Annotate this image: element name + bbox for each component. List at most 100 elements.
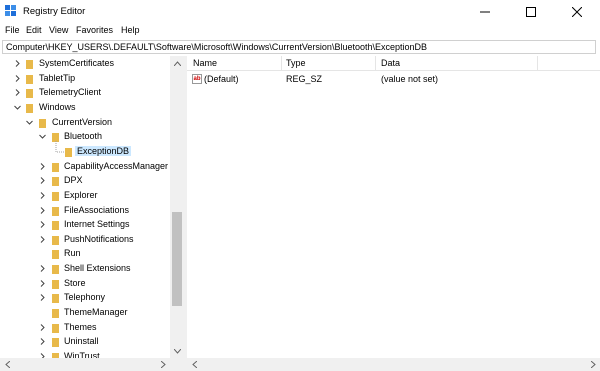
window-title: Registry Editor [23,6,86,17]
menu-bar: File Edit View Favorites Help [0,23,600,39]
tree-item-label: Uninstall [64,336,99,347]
column-divider[interactable] [537,56,538,70]
tree-item-label: TabletTip [39,72,76,83]
values-list[interactable]: Name Type Data ab (Default) REG_SZ (valu… [187,56,600,358]
tree-item[interactable]: Run [0,247,170,261]
tree-item-label: WinTrust [64,351,100,358]
tree-item[interactable]: Windows [0,101,170,115]
tree-item[interactable]: Uninstall [0,335,170,349]
address-bar[interactable]: Computer\HKEY_USERS\.DEFAULT\Software\Mi… [2,40,596,54]
tree-item[interactable]: Store [0,277,170,291]
tree-item[interactable]: ThemeManager [0,306,170,320]
scroll-up-button[interactable] [170,56,184,70]
column-divider[interactable] [375,56,376,70]
chevron-right-icon[interactable] [38,220,47,229]
menu-file[interactable]: File [5,25,20,35]
tree-item[interactable]: CapabilityAccessManager [0,160,170,174]
folder-icon [52,221,59,231]
scroll-left-button[interactable] [187,358,201,371]
chevron-right-icon[interactable] [38,206,47,215]
folder-icon [26,60,33,69]
chevron-right-icon [590,361,596,368]
menu-help[interactable]: Help [121,25,140,35]
tree-horizontal-scrollbar[interactable] [0,358,184,371]
chevron-right-icon[interactable] [38,162,47,171]
chevron-right-icon[interactable] [13,59,22,68]
tree-item-label: Shell Extensions [64,263,131,274]
chevron-right-icon[interactable] [38,235,47,244]
tree-item[interactable]: PushNotifications [0,233,170,247]
chevron-right-icon[interactable] [38,191,47,200]
tree-item[interactable]: Internet Settings [0,218,170,232]
value-data: (value not set) [381,74,439,84]
chevron-right-icon[interactable] [13,88,22,97]
close-button[interactable] [554,0,600,23]
scroll-down-button[interactable] [170,344,184,358]
menu-edit[interactable]: Edit [26,25,42,35]
scroll-left-button[interactable] [0,358,14,371]
scroll-right-button[interactable] [156,358,170,371]
chevron-down-icon[interactable] [25,118,34,127]
menu-favorites[interactable]: Favorites [76,25,113,35]
tree-item-label: CurrentVersion [52,116,113,127]
chevron-right-icon[interactable] [38,279,47,288]
tree-item-label: CapabilityAccessManager [64,160,169,171]
tree-item-label: Store [64,277,86,288]
tree-item-label: Windows [39,101,76,112]
column-divider[interactable] [281,56,282,70]
chevron-left-icon [191,361,197,368]
tree-item-label: Run [64,248,81,259]
tree-item-label: Bluetooth [64,131,103,142]
tree-item[interactable]: DPX [0,174,170,188]
tree-item[interactable]: TabletTip [0,72,170,86]
tree-item[interactable]: Telephony [0,291,170,305]
folder-icon [52,294,59,304]
list-horizontal-scrollbar[interactable] [187,358,600,371]
tree-item[interactable]: Shell Extensions [0,262,170,276]
tree-item-label: DPX [64,175,83,186]
chevron-right-icon[interactable] [38,323,47,332]
chevron-right-icon[interactable] [38,264,47,273]
tree-item[interactable]: SystemCertificates [0,57,170,71]
tree-item[interactable]: Explorer [0,189,170,203]
chevron-right-icon[interactable] [38,176,47,185]
scroll-thumb[interactable] [172,212,182,306]
folder-icon [26,89,33,99]
scroll-right-button[interactable] [586,358,600,371]
chevron-down-icon[interactable] [38,132,47,141]
chevron-up-icon [173,60,181,66]
minimize-button[interactable] [462,0,508,23]
folder-icon [52,206,59,216]
folder-icon [52,338,59,348]
chevron-right-icon [160,361,166,368]
registry-editor-icon [5,5,16,16]
tree-vertical-scrollbar[interactable] [170,56,184,358]
chevron-down-icon[interactable] [13,103,22,112]
column-header-data[interactable]: Data [381,58,400,68]
tree-item[interactable]: TelemetryClient [0,86,170,100]
tree-item[interactable]: WinTrust [0,350,170,358]
tree-item[interactable]: Bluetooth [0,130,170,144]
folder-icon [52,279,59,289]
tree-item[interactable]: FileAssociations [0,204,170,218]
tree-item[interactable]: ExceptionDB [0,140,170,159]
tree-item[interactable]: Themes [0,321,170,335]
maximize-button[interactable] [508,0,554,23]
tree-item[interactable]: CurrentVersion [0,116,170,130]
value-name: (Default) [204,74,239,84]
folder-icon [52,162,59,172]
column-header-name[interactable]: Name [193,58,217,68]
maximize-icon [526,6,536,17]
folder-icon [65,147,72,157]
tree-item-label: Themes [64,321,97,332]
menu-view[interactable]: View [49,25,68,35]
column-header-type[interactable]: Type [286,58,306,68]
table-row[interactable]: ab (Default) REG_SZ (value not set) [187,72,600,86]
tree-item-label: PushNotifications [64,233,134,244]
address-path[interactable]: Computer\HKEY_USERS\.DEFAULT\Software\Mi… [6,42,427,52]
chevron-right-icon[interactable] [38,293,47,302]
folder-icon [52,265,59,275]
chevron-right-icon[interactable] [13,74,22,83]
chevron-right-icon[interactable] [38,337,47,346]
key-tree[interactable]: SystemCertificates TabletTip TelemetryClie… [0,56,184,358]
